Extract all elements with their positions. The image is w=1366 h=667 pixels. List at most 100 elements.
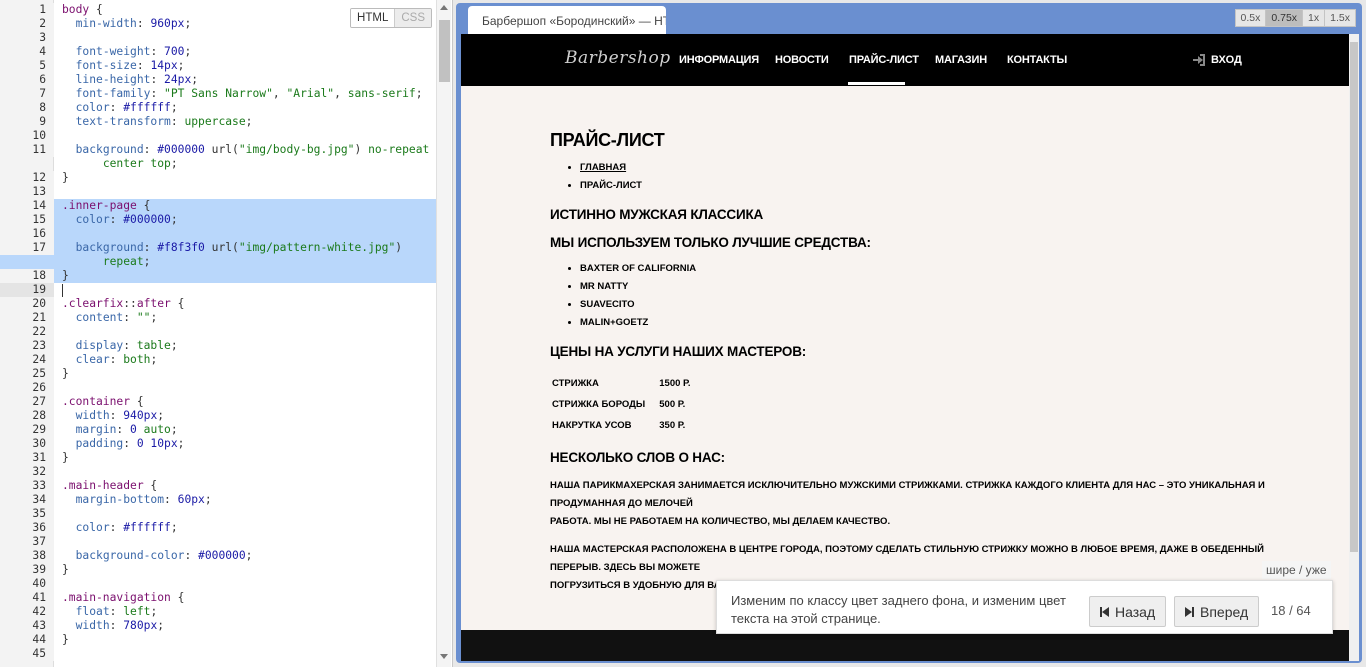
- login-link[interactable]: ВХОД: [1193, 54, 1242, 66]
- line-number: 25: [0, 367, 54, 381]
- scroll-up-arrow-icon[interactable]: [440, 5, 448, 10]
- code-line[interactable]: 21 content: "";: [0, 311, 436, 325]
- zoom-0.5x-button[interactable]: 0.5x: [1234, 9, 1267, 27]
- code-line[interactable]: 45: [0, 647, 436, 661]
- zoom-1x-button[interactable]: 1x: [1302, 9, 1326, 27]
- code-token: :: [123, 437, 137, 450]
- css-mode-button[interactable]: CSS: [395, 9, 431, 27]
- site-logo[interactable]: Barbershop: [565, 48, 671, 68]
- code-line[interactable]: 31}: [0, 451, 436, 465]
- code-line[interactable]: 24 clear: both;: [0, 353, 436, 367]
- line-number: 5: [0, 59, 54, 73]
- code-line[interactable]: 6 line-height: 24px;: [0, 73, 436, 87]
- code-line[interactable]: 26: [0, 381, 436, 395]
- code-token: #ffffff: [123, 521, 171, 534]
- code-token: .main-navigation: [62, 591, 171, 604]
- nav-contacts[interactable]: КОНТАКТЫ: [1007, 54, 1067, 66]
- code-line[interactable]: 12}: [0, 171, 436, 185]
- code-line[interactable]: 41 .main-navigation {: [0, 591, 436, 605]
- price-cell: 500 Р.: [659, 399, 686, 410]
- code-line[interactable]: 38 background-color: #000000;: [0, 549, 436, 563]
- code-line[interactable]: 36 color: #ffffff;: [0, 521, 436, 535]
- code-line[interactable]: 32: [0, 465, 436, 479]
- code-token: :: [109, 353, 124, 366]
- wider-narrower-toggle[interactable]: шире / уже: [1262, 561, 1331, 579]
- code-line[interactable]: 4 font-weight: 700;: [0, 45, 436, 59]
- code-line[interactable]: 37: [0, 535, 436, 549]
- scroll-down-arrow-icon[interactable]: [440, 654, 448, 659]
- preview-scrollbar[interactable]: [1349, 34, 1359, 661]
- code-token: color: [75, 101, 110, 114]
- forward-button[interactable]: Вперед: [1174, 596, 1260, 627]
- code-line[interactable]: 34 margin-bottom: 60px;: [0, 493, 436, 507]
- code-line[interactable]: 29 margin: 0 auto;: [0, 423, 436, 437]
- skip-forward-icon: [1185, 606, 1194, 617]
- code-line[interactable]: 11 background: #000000 url("img/body-bg.…: [0, 143, 436, 157]
- nav-shop[interactable]: МАГАЗИН: [935, 54, 987, 66]
- code-token: "PT Sans Narrow": [164, 87, 273, 100]
- code-line[interactable]: 42 float: left;: [0, 605, 436, 619]
- editor-scroll-thumb[interactable]: [439, 20, 450, 82]
- code-line[interactable]: 7 font-family: "PT Sans Narrow", "Arial"…: [0, 87, 436, 101]
- code-line[interactable]: repeat;: [0, 255, 436, 269]
- code-line[interactable]: 30 padding: 0 10px;: [0, 437, 436, 451]
- code-token: {: [143, 479, 158, 492]
- code-line[interactable]: 25}: [0, 367, 436, 381]
- code-line[interactable]: 13: [0, 185, 436, 199]
- code-line[interactable]: 16: [0, 227, 436, 241]
- code-text: }: [62, 171, 69, 185]
- code-line[interactable]: 14 .inner-page {: [0, 199, 436, 213]
- code-line[interactable]: 22: [0, 325, 436, 339]
- code-line[interactable]: 18}: [0, 269, 436, 283]
- code-text: .inner-page {: [62, 199, 150, 213]
- code-token: display: [75, 339, 124, 352]
- code-line[interactable]: 10: [0, 129, 436, 143]
- nav-price-list[interactable]: ПРАЙС-ЛИСТ: [849, 54, 919, 66]
- browser-tab[interactable]: Барбершоп «Бородинский» — HTML Academy: [468, 6, 666, 34]
- code-line[interactable]: center top;: [0, 157, 436, 171]
- code-token: #f8f3f0: [157, 241, 205, 254]
- code-line[interactable]: 9 text-transform: uppercase;: [0, 115, 436, 129]
- code-token: 940px: [123, 409, 158, 422]
- line-number: 20: [0, 297, 54, 311]
- code-line[interactable]: 15 color: #000000;: [0, 213, 436, 227]
- code-line[interactable]: 39}: [0, 563, 436, 577]
- html-mode-button[interactable]: HTML: [351, 9, 396, 27]
- code-text: body {: [62, 3, 103, 17]
- zoom-0.75x-button[interactable]: 0.75x: [1265, 9, 1304, 27]
- code-text: font-weight: 700;: [62, 45, 192, 59]
- code-line[interactable]: 23 display: table;: [0, 339, 436, 353]
- code-line[interactable]: 40: [0, 577, 436, 591]
- service-cell: СТРИЖКА: [552, 378, 599, 389]
- code-token: after: [136, 297, 171, 310]
- code-line[interactable]: 35: [0, 507, 436, 521]
- code-line[interactable]: 33 .main-header {: [0, 479, 436, 493]
- code-line[interactable]: 5 font-size: 14px;: [0, 59, 436, 73]
- code-line[interactable]: 20 .clearfix::after {: [0, 297, 436, 311]
- code-token: width: [75, 619, 110, 632]
- zoom-1.5x-button[interactable]: 1.5x: [1324, 9, 1356, 27]
- breadcrumb-home-link[interactable]: ГЛАВНАЯ: [580, 162, 626, 173]
- preview-scroll-thumb[interactable]: [1350, 42, 1358, 552]
- code-line[interactable]: 43 width: 780px;: [0, 619, 436, 633]
- css-editor[interactable]: 1 body {2 min-width: 960px; 3 4 font-weight…: [0, 0, 453, 667]
- code-area[interactable]: 1 body {2 min-width: 960px; 3 4 font-weight…: [0, 3, 436, 661]
- code-line[interactable]: 3: [0, 31, 436, 45]
- code-line[interactable]: 27 .container {: [0, 395, 436, 409]
- code-line[interactable]: 19: [0, 283, 436, 297]
- back-button[interactable]: Назад: [1089, 596, 1167, 627]
- code-token: :: [116, 423, 131, 436]
- editor-scrollbar[interactable]: [436, 0, 451, 667]
- nav-news[interactable]: НОВОСТИ: [775, 54, 829, 66]
- line-number: 35: [0, 507, 54, 521]
- code-line[interactable]: 44}: [0, 633, 436, 647]
- nav-info[interactable]: ИНФОРМАЦИЯ: [679, 54, 759, 66]
- line-number: 38: [0, 549, 54, 563]
- line-number: 42: [0, 605, 54, 619]
- code-line[interactable]: 8 color: #ffffff;: [0, 101, 436, 115]
- code-text: margin: 0 auto;: [62, 423, 178, 437]
- code-line[interactable]: 28 width: 940px;: [0, 409, 436, 423]
- code-line[interactable]: 17 background: #f8f3f0 url("img/pattern-…: [0, 241, 436, 255]
- code-text: }: [62, 563, 69, 577]
